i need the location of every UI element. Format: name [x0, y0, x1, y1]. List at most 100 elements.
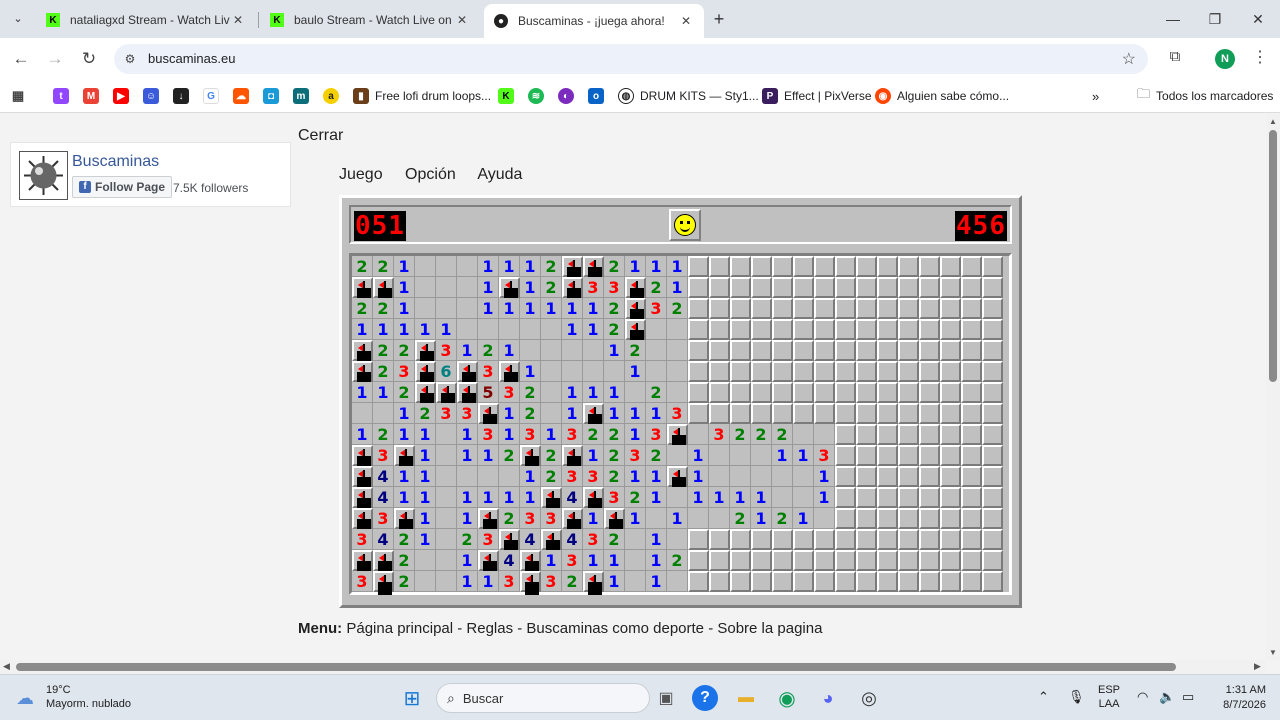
- empty-cell[interactable]: [541, 319, 562, 340]
- number-cell[interactable]: 3: [562, 466, 583, 487]
- hidden-cell[interactable]: [835, 277, 856, 298]
- hidden-cell[interactable]: [856, 550, 877, 571]
- empty-cell[interactable]: [709, 508, 730, 529]
- number-cell[interactable]: 3: [583, 466, 604, 487]
- battery-icon[interactable]: ▭: [1182, 689, 1194, 705]
- hidden-cell[interactable]: [877, 550, 898, 571]
- number-cell[interactable]: 2: [457, 529, 478, 550]
- number-cell[interactable]: 2: [604, 529, 625, 550]
- number-cell[interactable]: 1: [520, 361, 541, 382]
- empty-cell[interactable]: [436, 277, 457, 298]
- flag-icon[interactable]: [373, 277, 394, 298]
- taskbar-search[interactable]: ⌕ Buscar: [436, 683, 650, 713]
- more-bookmarks-button[interactable]: »: [1092, 87, 1099, 105]
- number-cell[interactable]: 1: [604, 340, 625, 361]
- empty-cell[interactable]: [667, 529, 688, 550]
- number-cell[interactable]: 2: [541, 445, 562, 466]
- bookmark-a[interactable]: a: [323, 87, 339, 105]
- hidden-cell[interactable]: [982, 487, 1003, 508]
- menu-icon[interactable]: ⋮: [1252, 48, 1268, 68]
- hidden-cell[interactable]: [877, 445, 898, 466]
- number-cell[interactable]: 1: [499, 298, 520, 319]
- language-indicator[interactable]: ESP LAA: [1098, 683, 1120, 711]
- empty-cell[interactable]: [541, 361, 562, 382]
- number-cell[interactable]: 2: [520, 382, 541, 403]
- number-cell[interactable]: 1: [646, 466, 667, 487]
- hidden-cell[interactable]: [709, 403, 730, 424]
- number-cell[interactable]: 1: [478, 277, 499, 298]
- bookmark-twitch[interactable]: t: [53, 87, 69, 105]
- empty-cell[interactable]: [772, 487, 793, 508]
- hidden-cell[interactable]: [898, 508, 919, 529]
- hidden-cell[interactable]: [919, 256, 940, 277]
- bookmark-download[interactable]: ↓: [173, 87, 189, 105]
- number-cell[interactable]: 1: [352, 424, 373, 445]
- number-cell[interactable]: 1: [436, 319, 457, 340]
- empty-cell[interactable]: [583, 361, 604, 382]
- number-cell[interactable]: 1: [457, 340, 478, 361]
- number-cell[interactable]: 1: [604, 403, 625, 424]
- flag-icon[interactable]: [625, 277, 646, 298]
- hidden-cell[interactable]: [898, 466, 919, 487]
- horizontal-scroll-thumb[interactable]: [16, 663, 1176, 671]
- number-cell[interactable]: 3: [478, 361, 499, 382]
- number-cell[interactable]: 2: [520, 403, 541, 424]
- follow-page-button[interactable]: f Follow Page: [72, 176, 173, 198]
- flag-icon[interactable]: [373, 550, 394, 571]
- number-cell[interactable]: 1: [625, 361, 646, 382]
- menu-ayuda[interactable]: Ayuda: [477, 166, 522, 183]
- number-cell[interactable]: 1: [394, 487, 415, 508]
- number-cell[interactable]: 3: [394, 361, 415, 382]
- hidden-cell[interactable]: [688, 361, 709, 382]
- empty-cell[interactable]: [520, 319, 541, 340]
- hidden-cell[interactable]: [919, 550, 940, 571]
- number-cell[interactable]: 3: [541, 508, 562, 529]
- number-cell[interactable]: 1: [646, 571, 667, 592]
- hidden-cell[interactable]: [814, 361, 835, 382]
- hidden-cell[interactable]: [961, 529, 982, 550]
- hidden-cell[interactable]: [730, 382, 751, 403]
- empty-cell[interactable]: [667, 319, 688, 340]
- hidden-cell[interactable]: [793, 340, 814, 361]
- number-cell[interactable]: 4: [499, 550, 520, 571]
- obs-icon[interactable]: ◎: [856, 685, 882, 711]
- empty-cell[interactable]: [688, 424, 709, 445]
- empty-cell[interactable]: [541, 382, 562, 403]
- number-cell[interactable]: 2: [541, 277, 562, 298]
- hidden-cell[interactable]: [688, 529, 709, 550]
- number-cell[interactable]: 2: [667, 550, 688, 571]
- close-tab-icon[interactable]: ✕: [230, 13, 246, 27]
- flag-icon[interactable]: [562, 508, 583, 529]
- hidden-cell[interactable]: [856, 382, 877, 403]
- hidden-cell[interactable]: [772, 256, 793, 277]
- number-cell[interactable]: 1: [604, 550, 625, 571]
- hidden-cell[interactable]: [856, 403, 877, 424]
- number-cell[interactable]: 1: [499, 256, 520, 277]
- number-cell[interactable]: 1: [583, 508, 604, 529]
- hidden-cell[interactable]: [877, 298, 898, 319]
- number-cell[interactable]: 2: [541, 256, 562, 277]
- hidden-cell[interactable]: [919, 298, 940, 319]
- empty-cell[interactable]: [478, 319, 499, 340]
- number-cell[interactable]: 1: [688, 466, 709, 487]
- empty-cell[interactable]: [541, 403, 562, 424]
- hidden-cell[interactable]: [877, 529, 898, 550]
- number-cell[interactable]: 1: [457, 445, 478, 466]
- hidden-cell[interactable]: [814, 340, 835, 361]
- number-cell[interactable]: 2: [730, 424, 751, 445]
- number-cell[interactable]: 1: [457, 571, 478, 592]
- bookmark-bot[interactable]: ☺: [143, 87, 159, 105]
- hidden-cell[interactable]: [772, 277, 793, 298]
- hidden-cell[interactable]: [751, 319, 772, 340]
- hidden-cell[interactable]: [940, 403, 961, 424]
- footer-menu-links[interactable]: Página principal - Reglas - Buscaminas c…: [346, 620, 822, 637]
- hidden-cell[interactable]: [877, 508, 898, 529]
- hidden-cell[interactable]: [919, 445, 940, 466]
- hidden-cell[interactable]: [877, 340, 898, 361]
- number-cell[interactable]: 1: [814, 487, 835, 508]
- number-cell[interactable]: 3: [583, 277, 604, 298]
- number-cell[interactable]: 3: [499, 382, 520, 403]
- number-cell[interactable]: 6: [436, 361, 457, 382]
- flag-icon[interactable]: [604, 508, 625, 529]
- hidden-cell[interactable]: [772, 340, 793, 361]
